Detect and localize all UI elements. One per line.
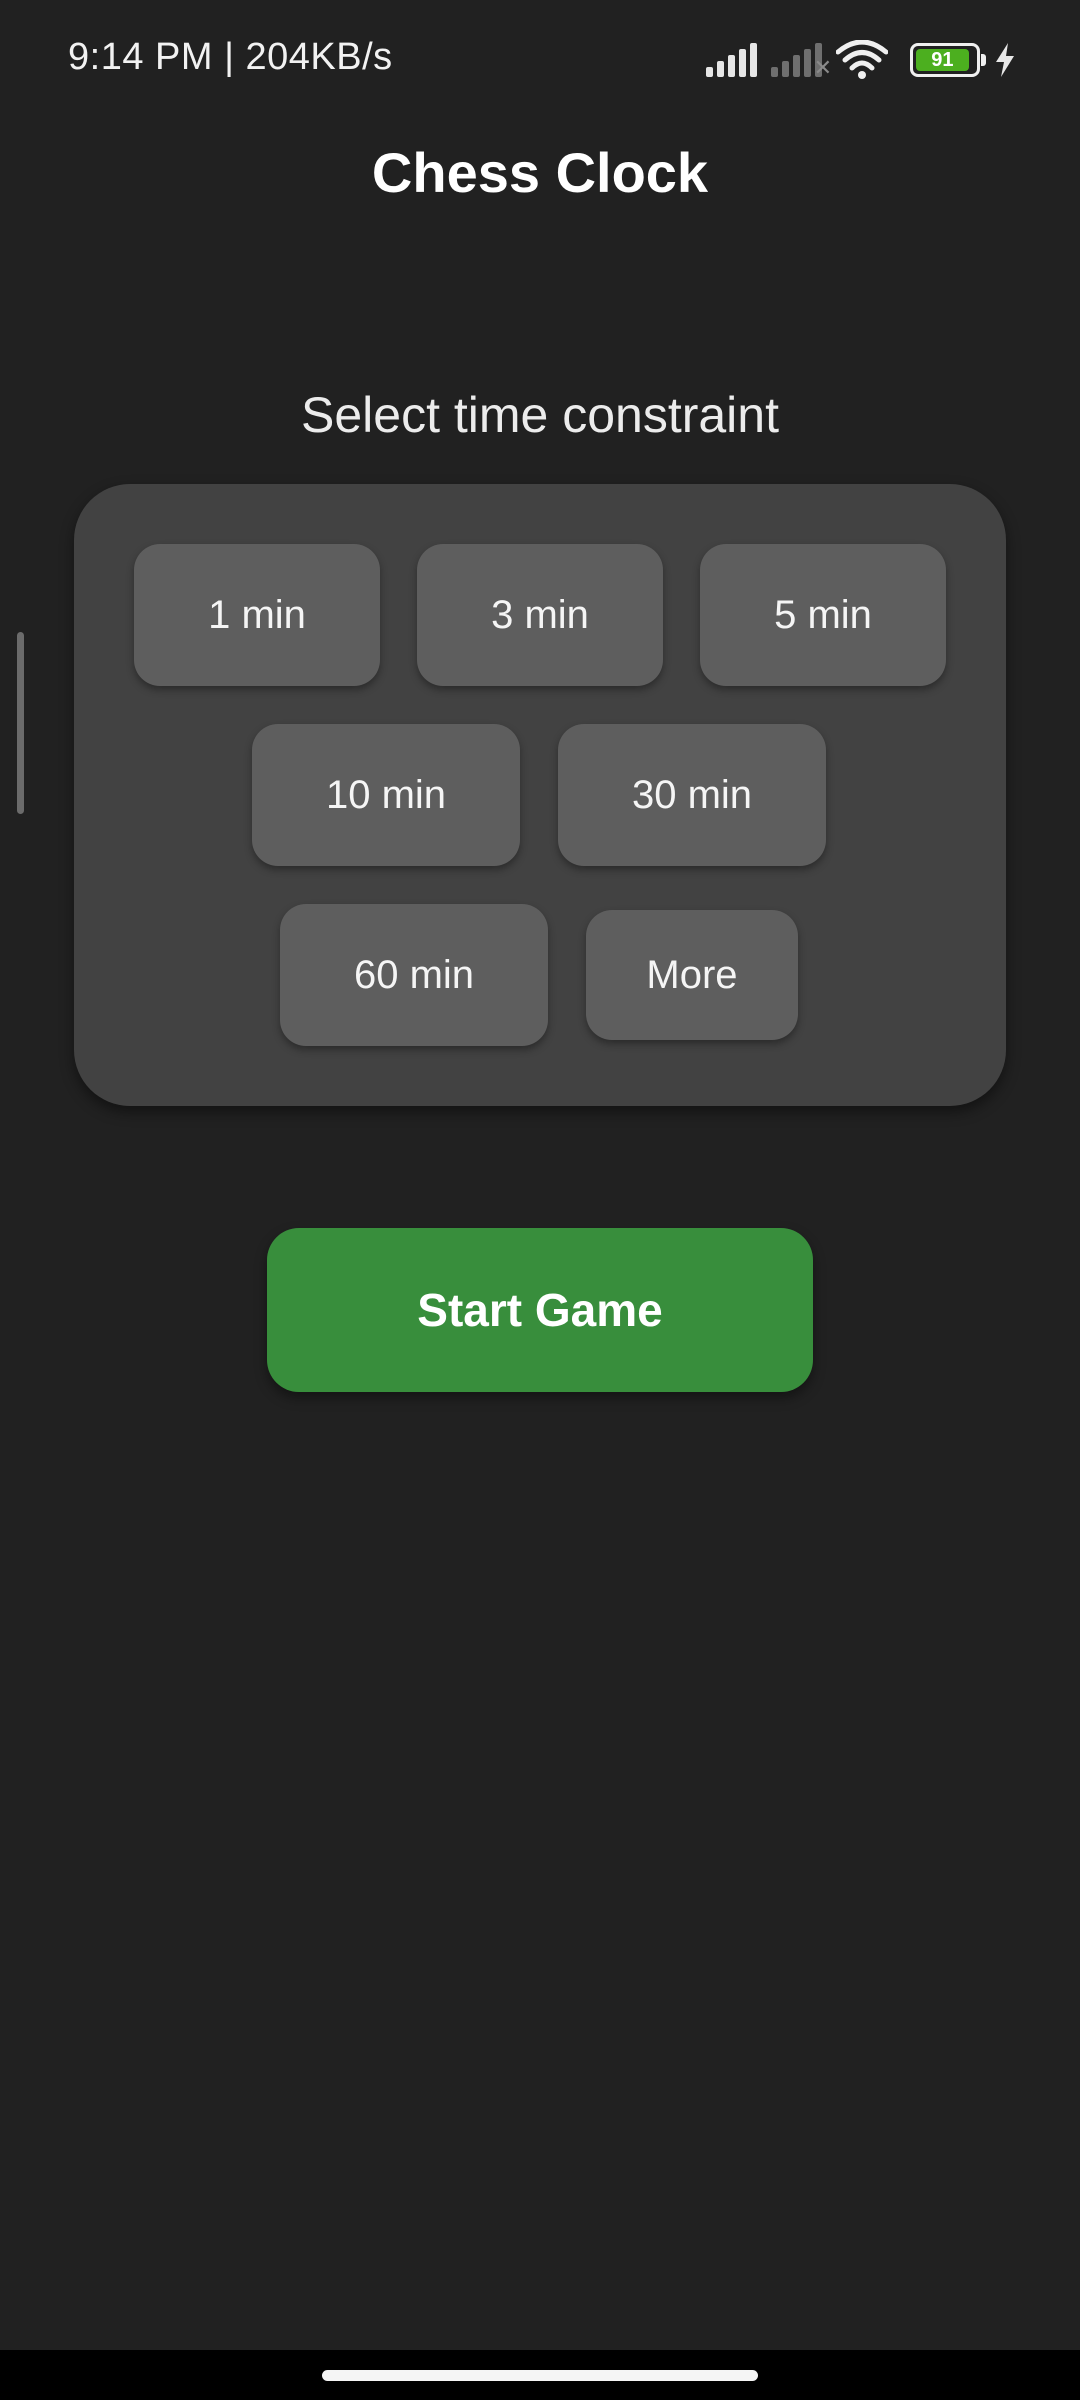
home-indicator[interactable] xyxy=(322,2370,758,2381)
status-icons: ✕ 91 xyxy=(706,36,1016,84)
battery-icon: 91 xyxy=(910,43,986,77)
time-options-panel: 1 min 3 min 5 min 10 min 30 min 60 min M… xyxy=(74,484,1006,1106)
battery-level: 91 xyxy=(916,49,969,71)
status-bar: 9:14 PM | 204KB/s ✕ 91 xyxy=(0,0,1080,120)
time-option-30-min[interactable]: 30 min xyxy=(558,724,826,866)
wifi-icon xyxy=(836,40,888,79)
time-option-5-min[interactable]: 5 min xyxy=(700,544,946,686)
signal-bars-icon xyxy=(706,43,757,77)
time-option-10-min[interactable]: 10 min xyxy=(252,724,520,866)
edge-scroll-handle[interactable] xyxy=(17,632,24,814)
status-time-speed: 9:14 PM | 204KB/s xyxy=(68,36,393,78)
lightning-bolt-icon xyxy=(996,43,1014,77)
time-option-1-min[interactable]: 1 min xyxy=(134,544,380,686)
start-game-button[interactable]: Start Game xyxy=(267,1228,813,1392)
app-screen: 9:14 PM | 204KB/s ✕ 91 Chess Clock Selec… xyxy=(0,0,1080,2400)
system-nav-bar xyxy=(0,2350,1080,2400)
time-option-3-min[interactable]: 3 min xyxy=(417,544,663,686)
page-title: Chess Clock xyxy=(371,141,709,204)
signal-bars-no-service-icon: ✕ xyxy=(771,43,832,80)
more-options-button[interactable]: More xyxy=(586,910,798,1040)
time-option-60-min[interactable]: 60 min xyxy=(280,904,548,1046)
time-constraint-label: Select time constraint xyxy=(301,387,779,443)
